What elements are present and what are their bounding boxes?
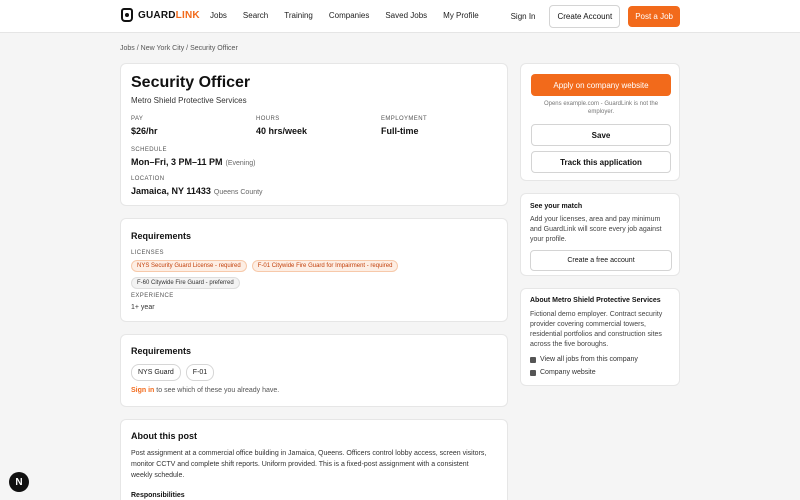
building-icon (530, 356, 536, 363)
pay-value: $26/hr (131, 126, 158, 136)
location-label: LOCATION (131, 176, 165, 182)
hours-label: HOURS (256, 116, 280, 122)
nav-link-my-profile[interactable]: My Profile (443, 11, 479, 20)
license-chip: F-60 Citywide Fire Guard - preferred (131, 277, 240, 289)
company-name: Metro Shield Protective Services (131, 96, 247, 105)
briefcase-icon (530, 369, 536, 376)
breadcrumb-jobs[interactable]: Jobs (120, 45, 135, 52)
requirement-chip: NYS Guard (131, 364, 181, 381)
post-job-button[interactable]: Post a Job (628, 6, 680, 27)
breadcrumb: Jobs / New York City / Security Officer (120, 45, 238, 52)
employment-label: EMPLOYMENT (381, 116, 428, 122)
company-card: About Metro Shield Protective Services F… (520, 288, 680, 386)
sign-in-link[interactable]: Sign In (511, 12, 536, 21)
apply-button[interactable]: Apply on company website (531, 74, 671, 96)
brand-logo[interactable]: GUARDLINK (121, 8, 200, 22)
requirements-card: Requirements LICENSES NYS Security Guard… (120, 218, 508, 322)
breadcrumb-city[interactable]: New York City (141, 45, 185, 52)
match-card: See your match Add your licenses, area a… (520, 193, 680, 276)
requirement-chips: NYS Guard F-01 (131, 364, 215, 381)
requirement-chip: F-01 (185, 364, 215, 381)
employment-field: EMPLOYMENT Full-time (381, 116, 427, 136)
company-website-link[interactable]: Company website (530, 369, 596, 376)
requirements-match-card: Requirements NYS Guard F-01 Sign in to s… (120, 334, 508, 407)
create-account-button[interactable]: Create Account (549, 5, 621, 28)
nav-links: Jobs Search Training Companies Saved Job… (210, 11, 479, 20)
pay-label: PAY (131, 116, 144, 122)
dev-badge-icon[interactable]: N (9, 472, 29, 492)
schedule-label: SCHEDULE (131, 147, 167, 153)
hours-field: HOURS 40 hrs/week (256, 116, 307, 136)
sign-in-inline-link[interactable]: Sign in (131, 387, 154, 394)
nav-link-search[interactable]: Search (243, 11, 268, 20)
brand-text-accent: LINK (175, 9, 200, 21)
view-all-jobs-link[interactable]: View all jobs from this company (530, 356, 638, 363)
sign-in-note-text: to see which of these you already have. (154, 387, 280, 394)
location-field: LOCATION Jamaica, NY 11433 Queens County (131, 176, 263, 196)
nav-link-training[interactable]: Training (284, 11, 313, 20)
nav-link-companies[interactable]: Companies (329, 11, 369, 20)
licenses-label: LICENSES (131, 250, 164, 256)
create-free-account-button[interactable]: Create a free account (530, 250, 672, 271)
requirements-heading: Requirements (131, 346, 192, 356)
nav-link-saved-jobs[interactable]: Saved Jobs (385, 11, 427, 20)
about-heading: About this post (131, 431, 197, 441)
match-heading: See your match (530, 203, 583, 210)
schedule-field: SCHEDULE Mon–Fri, 3 PM–11 PM (Evening) (131, 147, 256, 167)
match-text: Add your licenses, area and pay minimum … (530, 216, 662, 243)
company-description: Fictional demo employer. Contract securi… (530, 311, 663, 348)
nav-link-jobs[interactable]: Jobs (210, 11, 227, 20)
sign-in-note: Sign in to see which of these you alread… (131, 387, 279, 394)
license-chip: NYS Security Guard License - required (131, 260, 247, 272)
external-note: Opens example.com - GuardLink is not the… (543, 101, 659, 115)
responsibilities-heading: Responsibilities (131, 492, 185, 499)
experience-label: EXPERIENCE (131, 293, 174, 299)
breadcrumb-current: Security Officer (190, 45, 238, 52)
requirements-heading: Requirements (131, 231, 192, 241)
view-all-jobs-label: View all jobs from this company (540, 356, 638, 363)
about-post-card: About this post Post assignment at a com… (120, 419, 508, 500)
license-chips: NYS Security Guard License - required F-… (131, 260, 491, 289)
company-heading: About Metro Shield Protective Services (530, 297, 661, 304)
location-value: Jamaica, NY 11433 (131, 186, 211, 196)
about-text: Post assignment at a commercial office b… (131, 450, 487, 479)
track-application-button[interactable]: Track this application (531, 151, 671, 173)
license-chip: F-01 Citywide Fire Guard for Impairment … (251, 260, 399, 272)
lock-logo-icon (121, 8, 133, 22)
brand-text: GUARD (138, 9, 176, 21)
company-website-label: Company website (540, 369, 596, 376)
apply-card: Apply on company website Opens example.c… (520, 63, 680, 181)
page-title: Security Officer (131, 74, 251, 91)
hours-value: 40 hrs/week (256, 126, 308, 136)
schedule-shift: (Evening) (225, 160, 256, 167)
location-county: Queens County (213, 189, 263, 196)
employment-value: Full-time (381, 126, 419, 136)
experience-value: 1+ year (131, 304, 155, 311)
pay-field: PAY $26/hr (131, 116, 158, 136)
schedule-value: Mon–Fri, 3 PM–11 PM (131, 157, 223, 167)
job-summary-card: Security Officer Metro Shield Protective… (120, 63, 508, 206)
nav-actions: Sign In Create Account Post a Job (511, 5, 680, 28)
top-nav: GUARDLINK Jobs Search Training Companies… (0, 0, 800, 33)
save-button[interactable]: Save (531, 124, 671, 146)
